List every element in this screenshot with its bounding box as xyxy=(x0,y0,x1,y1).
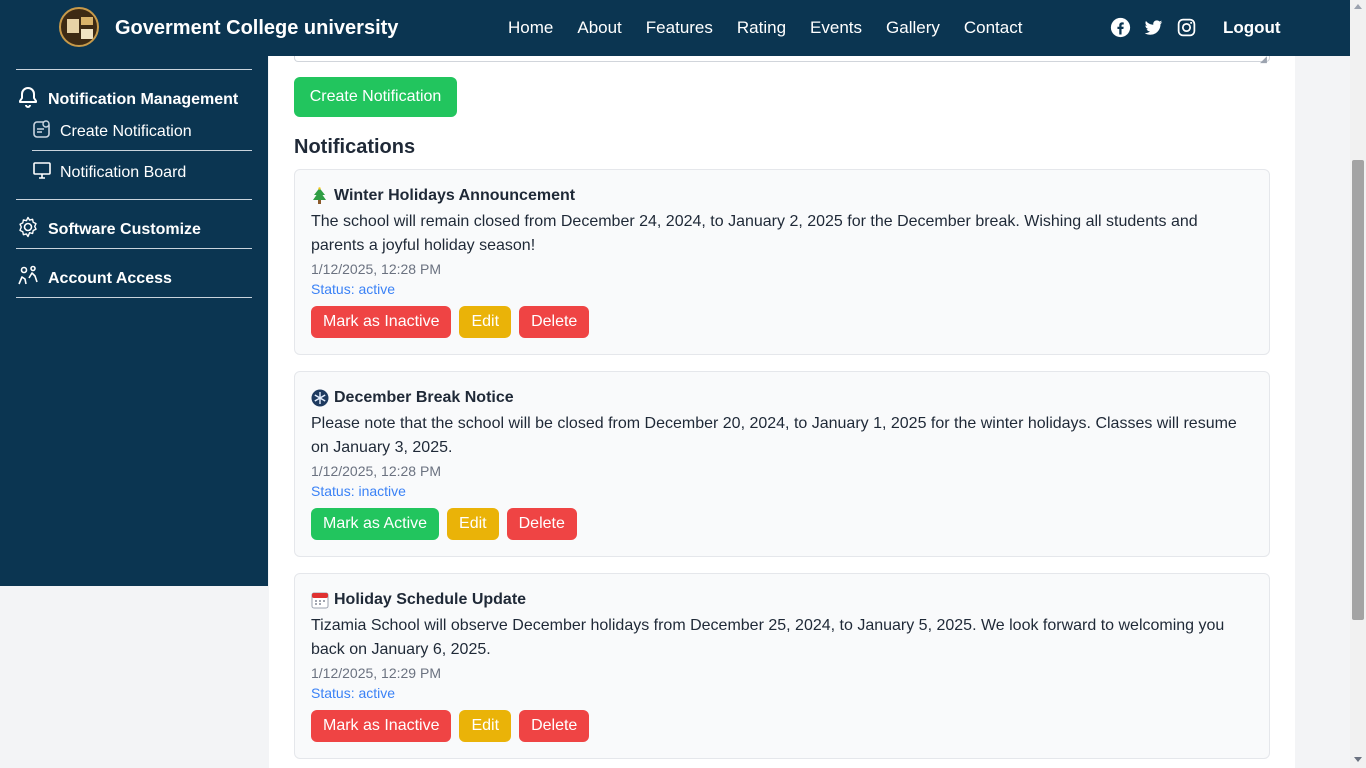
mark-inactive-button[interactable]: Mark as Inactive xyxy=(311,306,452,338)
instagram-icon[interactable] xyxy=(1176,17,1197,38)
sidebar-divider xyxy=(32,150,252,151)
twitter-icon[interactable] xyxy=(1143,17,1164,38)
nav-gallery[interactable]: Gallery xyxy=(886,18,940,38)
edit-button[interactable]: Edit xyxy=(459,306,512,338)
users-access-icon xyxy=(16,264,48,293)
create-note-icon xyxy=(32,119,60,144)
facebook-icon[interactable] xyxy=(1110,17,1131,38)
main-content: ◢ Create Notification Notifications Wint… xyxy=(268,54,1350,768)
nav-events[interactable]: Events xyxy=(810,18,862,38)
notification-title: Holiday Schedule Update xyxy=(311,591,526,609)
delete-button[interactable]: Delete xyxy=(506,508,577,540)
nav-about[interactable]: About xyxy=(577,18,621,38)
create-notification-button[interactable]: Create Notification xyxy=(294,77,457,117)
notification-date: 1/12/2025, 12:28 PM xyxy=(311,463,441,479)
bell-icon xyxy=(16,85,48,114)
page-scrollbar[interactable] xyxy=(1350,0,1366,768)
status-text: Status: active xyxy=(311,281,396,297)
sidebar-item-create-notification[interactable]: Create Notification xyxy=(32,119,192,144)
christmas-tree-icon xyxy=(311,187,328,205)
sidebar-item-notification-management[interactable]: Notification Management xyxy=(16,85,238,114)
notification-textarea[interactable] xyxy=(294,56,1270,62)
scroll-down-icon[interactable] xyxy=(1354,757,1362,762)
edit-button[interactable]: Edit xyxy=(459,710,512,742)
mark-inactive-button[interactable]: Mark as Inactive xyxy=(311,710,452,742)
sidebar-divider xyxy=(16,248,252,249)
main-nav: Home About Features Rating Events Galler… xyxy=(508,18,1046,38)
scroll-up-icon[interactable] xyxy=(1354,4,1362,9)
nav-features[interactable]: Features xyxy=(646,18,713,38)
nav-rating[interactable]: Rating xyxy=(737,18,786,38)
snowflake-icon xyxy=(311,389,329,407)
notification-title: Winter Holidays Announcement xyxy=(311,187,575,205)
nav-home[interactable]: Home xyxy=(508,18,553,38)
notification-actions: Mark as Inactive Edit Delete xyxy=(311,306,590,338)
notification-card: December Break Notice Please note that t… xyxy=(294,371,1270,557)
sidebar-item-account-access[interactable]: Account Access xyxy=(16,264,172,293)
notification-actions: Mark as Inactive Edit Delete xyxy=(311,710,590,742)
monitor-icon xyxy=(32,160,60,185)
sidebar-item-label: Create Notification xyxy=(60,122,192,140)
notification-body: Tizamia School will observe December hol… xyxy=(311,617,1225,658)
sidebar-divider xyxy=(16,69,252,70)
notification-body: The school will remain closed from Decem… xyxy=(311,213,1198,254)
logout-button[interactable]: Logout xyxy=(1223,18,1281,38)
scrollbar-thumb[interactable] xyxy=(1352,160,1364,620)
notification-body: Please note that the school will be clos… xyxy=(311,415,1237,456)
status-text: Status: inactive xyxy=(311,483,406,499)
nav-contact[interactable]: Contact xyxy=(964,18,1023,38)
sidebar-item-software-customize[interactable]: Software Customize xyxy=(16,215,201,244)
status-text: Status: active xyxy=(311,685,396,701)
calendar-icon xyxy=(311,591,329,609)
social-links xyxy=(1110,17,1197,38)
delete-button[interactable]: Delete xyxy=(519,710,590,742)
sidebar-item-label: Account Access xyxy=(48,269,172,287)
sidebar-divider xyxy=(16,297,252,298)
section-title: Notifications xyxy=(294,136,416,158)
notification-card: Holiday Schedule Update Tizamia School w… xyxy=(294,573,1270,759)
notification-card: Winter Holidays Announcement The school … xyxy=(294,169,1270,355)
notification-actions: Mark as Active Edit Delete xyxy=(311,508,577,540)
sidebar-item-label: Notification Management xyxy=(48,90,239,108)
sidebar-item-notification-board[interactable]: Notification Board xyxy=(32,160,186,185)
top-navbar: Goverment College university Home About … xyxy=(0,0,1350,56)
sidebar-divider xyxy=(16,199,252,200)
edit-button[interactable]: Edit xyxy=(447,508,499,540)
notification-date: 1/12/2025, 12:29 PM xyxy=(311,665,441,681)
sidebar: Notification Management Create Notificat… xyxy=(0,45,268,586)
notifications-panel: ◢ Create Notification Notifications Wint… xyxy=(269,54,1295,768)
brand-title[interactable]: Goverment College university xyxy=(115,17,398,40)
sidebar-item-label: Software Customize xyxy=(48,220,201,238)
gear-icon xyxy=(16,215,48,244)
notification-date: 1/12/2025, 12:28 PM xyxy=(311,261,441,277)
delete-button[interactable]: Delete xyxy=(519,306,590,338)
notification-title: December Break Notice xyxy=(311,389,514,407)
college-logo[interactable] xyxy=(59,7,99,47)
sidebar-item-label: Notification Board xyxy=(60,163,187,181)
mark-active-button[interactable]: Mark as Active xyxy=(311,508,440,540)
